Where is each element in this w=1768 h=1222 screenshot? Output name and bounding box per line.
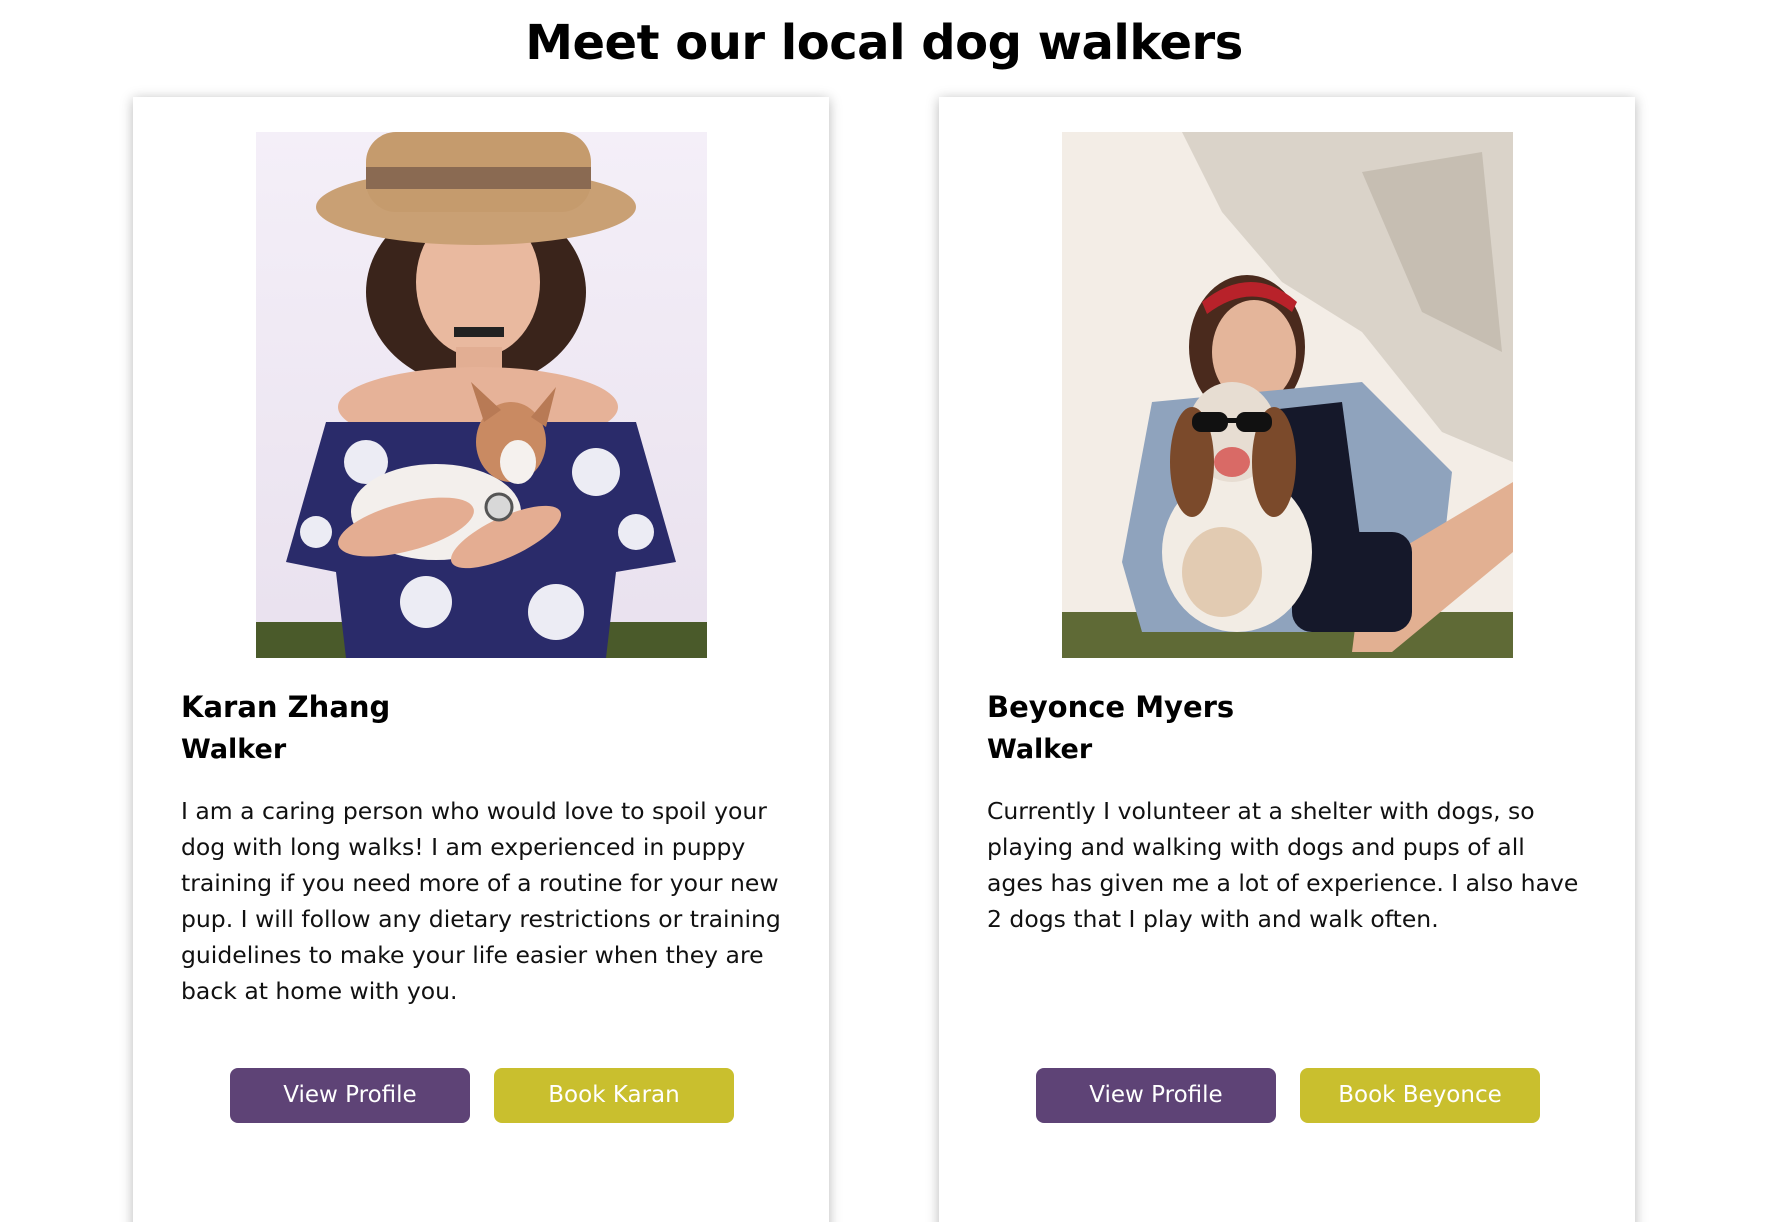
page-title: Meet our local dog walkers (525, 15, 1243, 71)
walker-role: Walker (987, 734, 1093, 765)
walker-photo (1062, 132, 1513, 658)
walker-card: Beyonce Myers Walker Currently I volunte… (939, 97, 1635, 1222)
walker-name: Karan Zhang (181, 690, 391, 724)
walker-photo (256, 132, 707, 658)
book-walker-button[interactable]: Book Beyonce (1300, 1068, 1540, 1123)
page: Meet our local dog walkers Karan Zhang W… (0, 0, 1768, 1222)
walker-bio: I am a caring person who would love to s… (181, 797, 781, 1005)
view-profile-button[interactable]: View Profile (1036, 1068, 1276, 1123)
walker-role: Walker (181, 734, 287, 765)
walker-card: Karan Zhang Walker I am a caring person … (133, 97, 829, 1222)
view-profile-button[interactable]: View Profile (230, 1068, 470, 1123)
book-walker-button[interactable]: Book Karan (494, 1068, 734, 1123)
walker-bio: Currently I volunteer at a shelter with … (987, 797, 1579, 933)
walker-name: Beyonce Myers (987, 690, 1235, 724)
